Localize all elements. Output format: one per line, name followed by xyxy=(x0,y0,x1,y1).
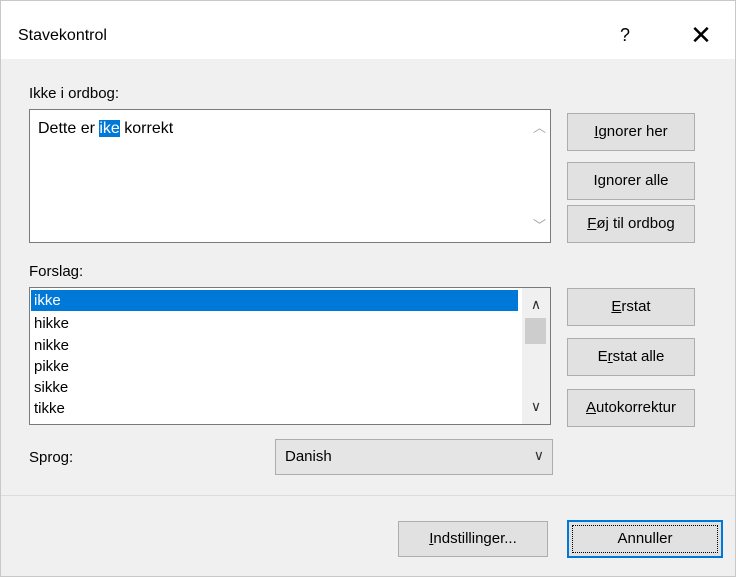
add-dict-label: øj til ordbog xyxy=(596,215,675,232)
help-button[interactable]: ? xyxy=(603,17,647,53)
title-bar: Stavekontrol ? ✕ xyxy=(1,1,735,59)
replace-label: rstat xyxy=(621,298,651,315)
suggestions-scrollbar[interactable]: ∧ ∨ xyxy=(522,288,550,424)
chevron-down-icon[interactable]: ∨ xyxy=(522,398,550,415)
autocorrect-button[interactable]: Autokorrektur xyxy=(567,389,695,427)
suggestions-list[interactable]: ikke hikke nikke pikke sikke tikke ∧ ∨ xyxy=(29,287,551,425)
ignore-all-button[interactable]: Ignorer alle xyxy=(567,162,695,200)
language-value: Danish xyxy=(285,448,332,465)
textbox-scrollbar[interactable]: ︿ ﹀ xyxy=(529,110,550,242)
autocorrect-accel: A xyxy=(585,399,596,416)
cancel-button[interactable]: Annuller xyxy=(567,520,723,558)
footer-divider xyxy=(1,495,735,496)
chevron-up-icon[interactable]: ∧ xyxy=(522,296,550,313)
list-item[interactable]: nikke xyxy=(31,335,518,356)
sentence-text: Dette er ike korrekt xyxy=(38,120,173,138)
ignore-once-label: gnorer her xyxy=(598,123,668,140)
scroll-down-icon[interactable]: ﹀ xyxy=(529,216,550,236)
list-item[interactable]: hikke xyxy=(31,313,518,334)
sentence-after: korrekt xyxy=(119,120,174,137)
replace-all-pre: E xyxy=(597,348,608,365)
scroll-up-icon[interactable]: ︿ xyxy=(529,118,550,138)
not-in-dictionary-label: Ikke i ordbog: xyxy=(29,85,120,102)
replace-all-label: stat alle xyxy=(612,348,665,365)
ignore-all-label: norer alle xyxy=(605,172,669,189)
not-in-dictionary-textbox[interactable]: Dette er ike korrekt ︿ ﹀ xyxy=(29,109,551,243)
ignore-once-button[interactable]: Ignorer her xyxy=(567,113,695,151)
add-to-dictionary-button[interactable]: Føj til ordbog xyxy=(567,205,695,243)
scroll-thumb[interactable] xyxy=(525,318,546,344)
options-label: ndstillinger... xyxy=(433,530,517,547)
spelling-dialog: Stavekontrol ? ✕ Ikke i ordbog: Dette er… xyxy=(0,0,736,577)
focus-ring xyxy=(572,525,718,553)
suggestions-label: Forslag: xyxy=(29,263,84,280)
list-item[interactable]: sikke xyxy=(31,377,518,398)
misspelled-word: ike xyxy=(99,120,120,137)
list-item[interactable]: tikke xyxy=(31,398,518,419)
list-item[interactable]: ikke xyxy=(31,290,518,311)
options-button[interactable]: Indstillinger... xyxy=(398,521,548,557)
autocorrect-label: utokorrektur xyxy=(595,399,677,416)
language-label: Sprog: xyxy=(29,449,74,466)
chevron-down-icon: ∨ xyxy=(533,447,544,463)
ignore-all-accel: g xyxy=(597,172,606,189)
replace-button[interactable]: Erstat xyxy=(567,288,695,326)
replace-all-button[interactable]: Erstat alle xyxy=(567,338,695,376)
dialog-title: Stavekontrol xyxy=(18,27,107,44)
close-button[interactable]: ✕ xyxy=(679,17,723,53)
replace-accel: E xyxy=(611,298,622,315)
add-dict-accel: F xyxy=(587,215,597,232)
sentence-before: Dette er xyxy=(38,120,100,137)
language-select[interactable]: Danish ∨ xyxy=(275,439,553,475)
list-item[interactable]: pikke xyxy=(31,356,518,377)
